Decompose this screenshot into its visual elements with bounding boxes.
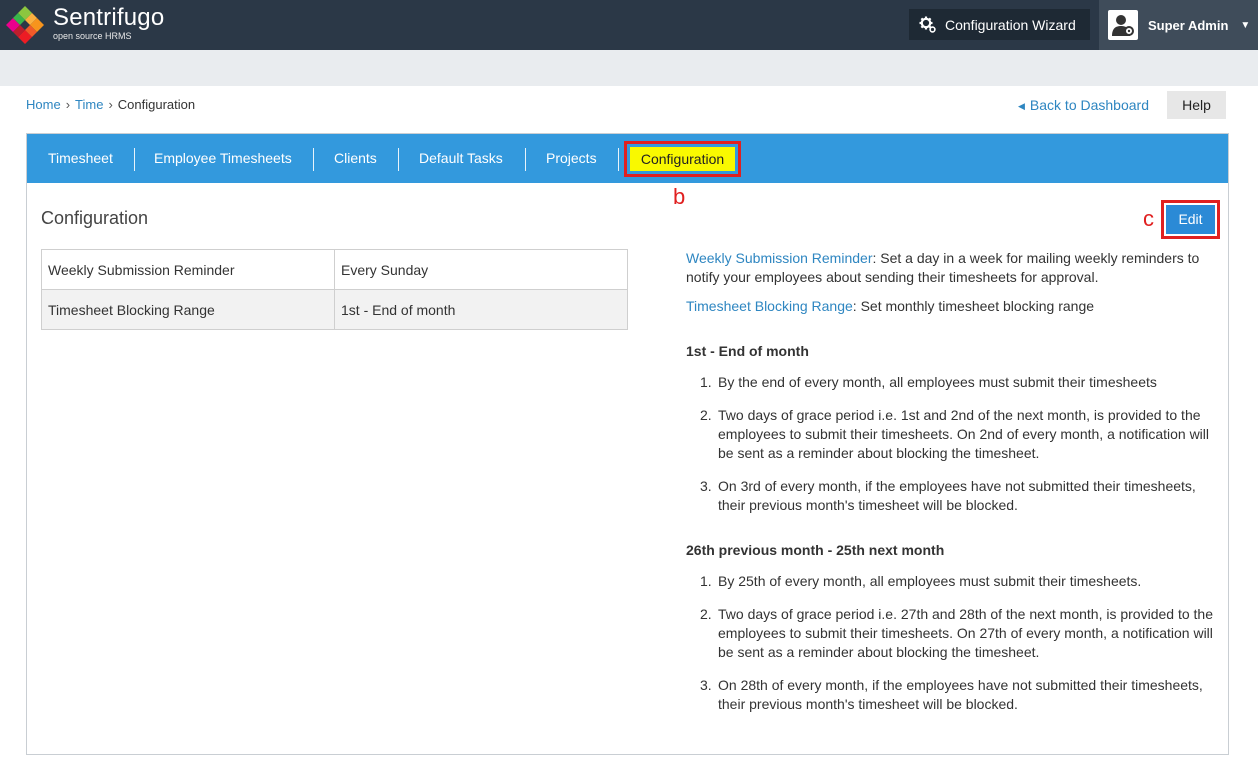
- breadcrumb: Home › Time › Configuration: [26, 97, 195, 112]
- blocking-desc: : Set monthly timesheet blocking range: [852, 298, 1095, 314]
- list-text: Two days of grace period i.e. 1st and 2n…: [718, 407, 1210, 461]
- tab-bar: Timesheet Employee Timesheets Clients De…: [27, 134, 1228, 183]
- top-header: Sentrifugo open source HRMS Configuratio…: [0, 0, 1258, 50]
- rule-list: 1. By 25th of every month, all employees …: [686, 572, 1216, 714]
- breadcrumb-home[interactable]: Home: [26, 97, 61, 112]
- caret-down-icon[interactable]: ▼: [1240, 20, 1250, 31]
- setting-key: Weekly Submission Reminder: [41, 249, 335, 290]
- tab-projects[interactable]: Projects: [546, 134, 597, 183]
- brand[interactable]: Sentrifugo open source HRMS: [53, 4, 165, 42]
- tab-configuration[interactable]: Configuration: [630, 147, 735, 171]
- list-number: 1.: [700, 573, 712, 589]
- section-title: Configuration: [41, 208, 149, 228]
- list-number: 3.: [700, 677, 712, 693]
- table-row: Weekly Submission Reminder Every Sunday: [41, 249, 628, 290]
- tab-default-tasks[interactable]: Default Tasks: [419, 134, 503, 183]
- header-strip: [0, 50, 1258, 86]
- configuration-wizard-button[interactable]: Configuration Wizard: [909, 9, 1090, 40]
- brand-name: Sentrifugo: [53, 4, 165, 31]
- tab-divider: [313, 148, 314, 171]
- list-number: 2.: [700, 407, 712, 423]
- tab-timesheet[interactable]: Timesheet: [48, 134, 113, 183]
- tab-employee-timesheets[interactable]: Employee Timesheets: [154, 134, 292, 183]
- list-number: 1.: [700, 374, 712, 390]
- user-avatar-icon: [1108, 10, 1138, 40]
- gears-icon: [919, 16, 936, 33]
- back-label: Back to Dashboard: [1029, 97, 1149, 113]
- tab-divider: [134, 148, 135, 171]
- list-number: 3.: [700, 478, 712, 494]
- setting-value: 1st - End of month: [334, 289, 628, 330]
- user-menu[interactable]: Super Admin ▼: [1099, 0, 1258, 50]
- edit-button[interactable]: Edit: [1166, 205, 1215, 234]
- main-panel: Timesheet Employee Timesheets Clients De…: [26, 133, 1229, 755]
- rule-list: 1. By the end of every month, all employe…: [686, 373, 1216, 515]
- list-item: 3. On 28th of every month, if the employe…: [700, 676, 1216, 714]
- setting-key: Timesheet Blocking Range: [41, 289, 335, 330]
- list-text: On 3rd of every month, if the employees …: [718, 478, 1196, 513]
- group-title: 26th previous month - 25th next month: [686, 542, 945, 558]
- annotation-label-b: b: [673, 184, 686, 209]
- tab-divider: [398, 148, 399, 171]
- group-title: 1st - End of month: [686, 343, 809, 359]
- breadcrumb-separator: ›: [65, 97, 71, 112]
- annotation-label-c: c: [1143, 206, 1154, 231]
- weekly-help: Weekly Submission Reminder: Set a day in…: [686, 249, 1216, 287]
- settings-table: Weekly Submission Reminder Every Sunday …: [41, 249, 628, 330]
- list-item: 1. By the end of every month, all employe…: [700, 373, 1216, 392]
- help-button[interactable]: Help: [1167, 91, 1226, 119]
- blocking-help: Timesheet Blocking Range: Set monthly ti…: [686, 297, 1216, 316]
- list-text: On 28th of every month, if the employees…: [718, 677, 1203, 712]
- setting-value: Every Sunday: [334, 249, 628, 290]
- list-item: 2. Two days of grace period i.e. 27th and…: [700, 605, 1216, 662]
- tab-divider: [525, 148, 526, 171]
- breadcrumb-separator: ›: [108, 97, 113, 112]
- tab-clients[interactable]: Clients: [334, 134, 377, 183]
- list-item: 2. Two days of grace period i.e. 1st and …: [700, 406, 1216, 463]
- tab-divider: [618, 148, 619, 171]
- list-text: By the end of every month, all employees…: [718, 374, 1157, 390]
- back-to-dashboard-link[interactable]: ◀ Back to Dashboard: [1018, 97, 1149, 113]
- list-item: 3. On 3rd of every month, if the employee…: [700, 477, 1216, 515]
- caret-left-icon: ◀: [1018, 101, 1025, 111]
- sentrifugo-logo-icon[interactable]: [4, 4, 46, 46]
- breadcrumb-current: Configuration: [117, 97, 196, 112]
- table-row: Timesheet Blocking Range 1st - End of mo…: [41, 289, 628, 330]
- breadcrumb-time[interactable]: Time: [75, 97, 103, 112]
- list-number: 2.: [700, 606, 712, 622]
- user-name: Super Admin: [1148, 17, 1229, 33]
- list-item: 1. By 25th of every month, all employees …: [700, 572, 1216, 591]
- blocking-key: Timesheet Blocking Range: [686, 298, 853, 314]
- wizard-label: Configuration Wizard: [945, 16, 1076, 33]
- brand-tagline: open source HRMS: [53, 31, 132, 41]
- help-info: Weekly Submission Reminder: Set a day in…: [686, 249, 1216, 728]
- list-text: By 25th of every month, all employees mu…: [718, 573, 1142, 589]
- list-text: Two days of grace period i.e. 27th and 2…: [718, 606, 1213, 660]
- weekly-key: Weekly Submission Reminder: [686, 250, 873, 266]
